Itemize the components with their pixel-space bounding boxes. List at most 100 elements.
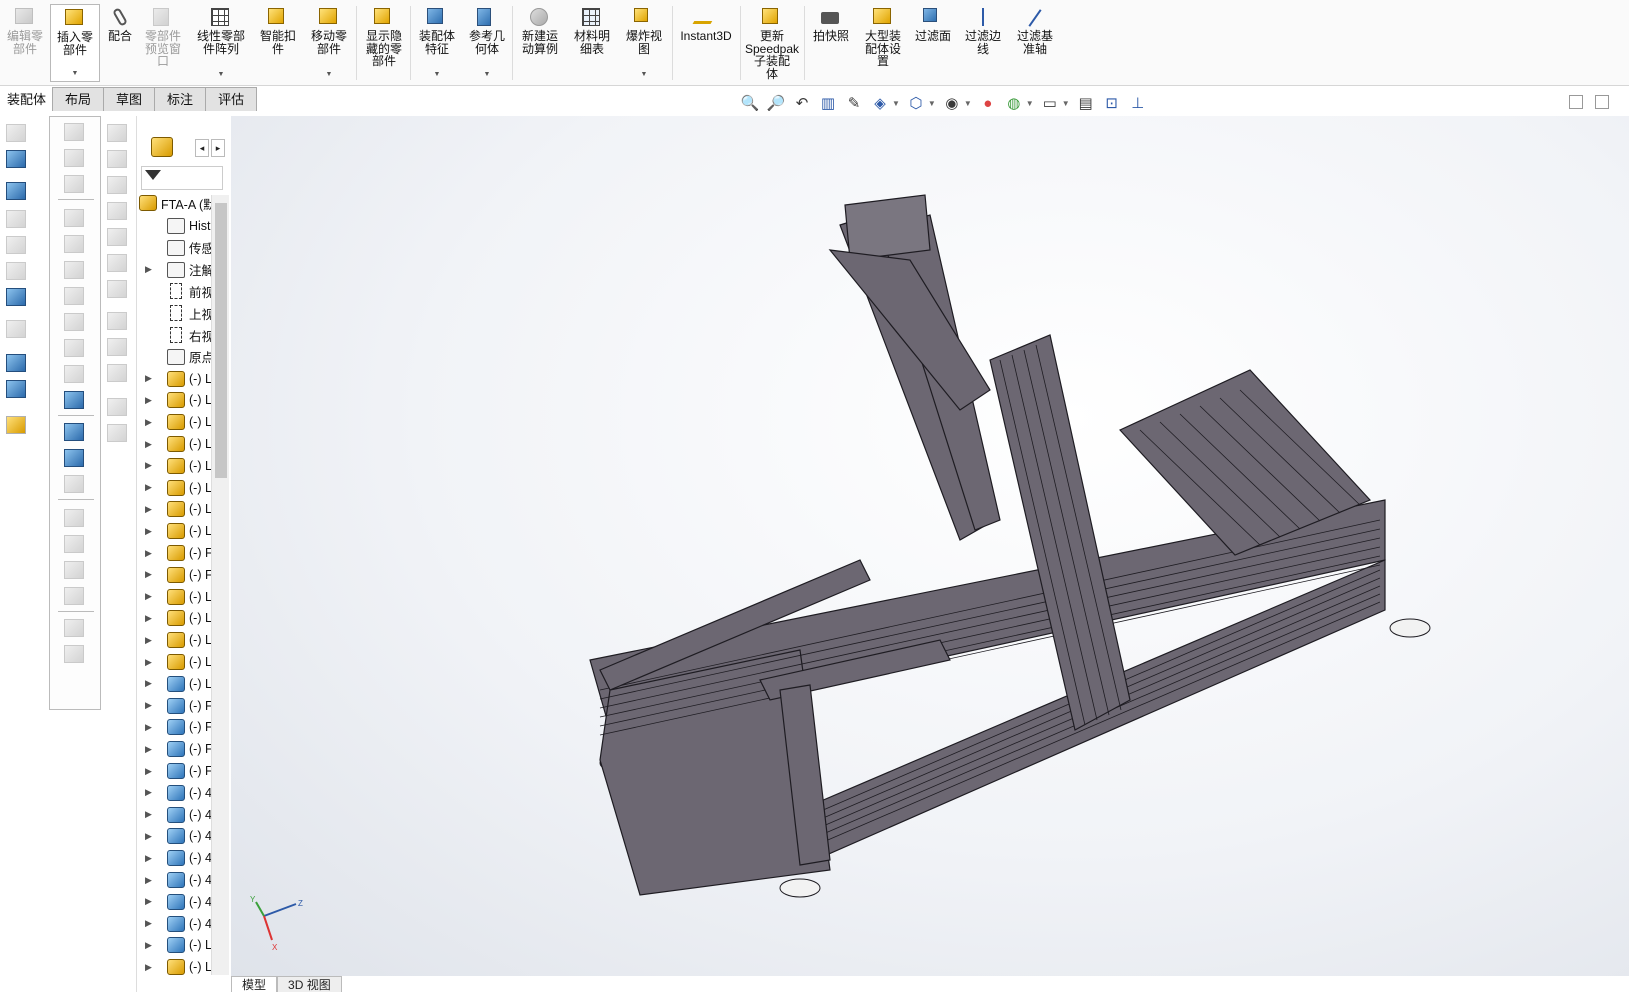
tab-markup[interactable]: 标注 [154, 87, 207, 111]
chevron-down-icon[interactable]: ▼ [218, 71, 225, 78]
expand-arrow-icon[interactable]: ▶ [145, 940, 157, 951]
tool-icon[interactable] [6, 182, 26, 200]
exploded-view-button[interactable]: 爆炸视 图 ▼ [620, 4, 668, 82]
show-hidden-components-button[interactable]: 显示隐 藏的零 部件 [360, 4, 408, 82]
expand-arrow-icon[interactable]: ▶ [145, 395, 157, 406]
tool-icon[interactable] [64, 365, 84, 383]
filter-edges-button[interactable]: 过滤边 线 [960, 4, 1006, 82]
expand-arrow-icon[interactable]: ▶ [145, 918, 157, 929]
insert-components-button[interactable]: 插入零 部件 ▼ [50, 4, 100, 82]
tool-icon[interactable] [107, 338, 127, 356]
tool-icon[interactable] [6, 288, 26, 306]
tool-icon[interactable] [107, 280, 127, 298]
tool-icon[interactable] [64, 235, 84, 253]
expand-arrow-icon[interactable]: ▶ [145, 831, 157, 842]
large-assembly-settings-button[interactable]: 大型装 配体设 置 [858, 4, 908, 82]
display-style-icon[interactable]: ⬡ [906, 93, 926, 113]
expand-arrow-icon[interactable]: ▶ [145, 744, 157, 755]
realview-icon[interactable]: ▤ [1076, 93, 1096, 113]
tool-icon[interactable] [64, 535, 84, 553]
tab-3d-views[interactable]: 3D 视图 [277, 976, 342, 992]
tool-icon[interactable] [6, 380, 26, 398]
expand-arrow-icon[interactable]: ▶ [145, 853, 157, 864]
tool-icon[interactable] [6, 236, 26, 254]
bill-of-materials-button[interactable]: 材料明 细表 [568, 4, 616, 82]
tool-icon[interactable] [107, 424, 127, 442]
wheel-mount-plate[interactable] [844, 194, 931, 261]
expand-arrow-icon[interactable]: ▶ [145, 809, 157, 820]
collapse-right-icon[interactable] [1595, 95, 1609, 109]
zoom-to-area-icon[interactable]: 🔎 [766, 93, 786, 113]
tool-icon[interactable] [64, 339, 84, 357]
tool-icon[interactable] [64, 509, 84, 527]
steering-post[interactable] [989, 334, 1131, 731]
tool-icon[interactable] [64, 587, 84, 605]
triad-toggle-icon[interactable]: ⊥ [1128, 93, 1148, 113]
previous-view-icon[interactable]: ↶ [792, 93, 812, 113]
expand-arrow-icon[interactable]: ▶ [145, 722, 157, 733]
graphics-area[interactable] [231, 116, 1629, 976]
tool-icon[interactable] [107, 202, 127, 220]
tool-icon[interactable] [64, 619, 84, 637]
snapshot-button[interactable]: 拍快照 [808, 4, 854, 82]
tool-icon[interactable] [64, 475, 84, 493]
expand-arrow-icon[interactable]: ▶ [145, 591, 157, 602]
new-motion-study-button[interactable]: 新建运 动算例 [516, 4, 564, 82]
view-orientation-icon[interactable]: ◈ [870, 93, 890, 113]
chevron-down-icon[interactable]: ▼ [72, 70, 79, 77]
tool-icon[interactable] [64, 449, 84, 467]
tool-icon[interactable] [64, 175, 84, 193]
tool-icon[interactable] [64, 149, 84, 167]
tab-evaluate[interactable]: 评估 [205, 87, 258, 111]
tool-icon[interactable] [64, 645, 84, 663]
tab-assembly[interactable]: 装配体 [0, 87, 54, 111]
linear-pattern-button[interactable]: 线性零部 件阵列 ▼ [190, 4, 252, 82]
screen-capture-icon[interactable]: ⊡ [1102, 93, 1122, 113]
leveling-foot[interactable] [1389, 618, 1431, 638]
expand-arrow-icon[interactable]: ▶ [145, 766, 157, 777]
filter-axes-button[interactable]: 过滤基 准轴 [1010, 4, 1060, 82]
collapse-left-icon[interactable] [1569, 95, 1583, 109]
tool-icon[interactable] [107, 312, 127, 330]
tool-icon[interactable] [64, 423, 84, 441]
expand-arrow-icon[interactable]: ▶ [145, 439, 157, 450]
zoom-to-fit-icon[interactable]: 🔍 [740, 93, 760, 113]
tree-scrollbar[interactable] [211, 195, 229, 975]
expand-arrow-icon[interactable]: ▶ [145, 657, 157, 668]
hide-show-items-icon[interactable]: ◉ [942, 93, 962, 113]
tool-icon[interactable] [107, 150, 127, 168]
tool-icon[interactable] [6, 262, 26, 280]
section-view-icon[interactable]: ▥ [818, 93, 838, 113]
tool-icon[interactable] [64, 261, 84, 279]
instant3d-button[interactable]: Instant3D [676, 4, 736, 82]
edit-component-button[interactable]: 编辑零 部件 [2, 4, 48, 82]
expand-arrow-icon[interactable]: ▶ [145, 635, 157, 646]
tool-icon[interactable] [6, 210, 26, 228]
expand-arrow-icon[interactable]: ▶ [145, 962, 157, 973]
move-component-button[interactable]: 移动零 部件 ▼ [304, 4, 354, 82]
reference-geometry-button[interactable]: 参考几 何体 ▼ [464, 4, 510, 82]
tool-icon[interactable] [6, 320, 26, 338]
expand-arrow-icon[interactable]: ▶ [145, 613, 157, 624]
tool-icon[interactable] [107, 176, 127, 194]
leveling-foot[interactable] [779, 878, 821, 898]
tool-icon[interactable] [107, 398, 127, 416]
edit-appearance-icon[interactable]: ● [978, 93, 998, 113]
assembly-model[interactable] [231, 116, 1629, 976]
component-preview-button[interactable]: 零部件 预览窗 口 [140, 4, 186, 82]
tool-icon[interactable] [6, 124, 26, 142]
chevron-down-icon[interactable]: ▼ [326, 71, 333, 78]
chevron-down-icon[interactable]: ▼ [434, 71, 441, 78]
expand-arrow-icon[interactable]: ▶ [145, 896, 157, 907]
tool-icon[interactable] [64, 391, 84, 409]
tool-icon[interactable] [64, 123, 84, 141]
tab-sketch[interactable]: 草图 [103, 87, 156, 111]
tool-icon[interactable] [107, 364, 127, 382]
expand-arrow-icon[interactable]: ▶ [145, 264, 157, 275]
tool-icon[interactable] [107, 124, 127, 142]
assembly-features-button[interactable]: 装配体 特征 ▼ [414, 4, 460, 82]
expand-arrow-icon[interactable]: ▶ [145, 460, 157, 471]
tree-filter-box[interactable] [141, 166, 223, 190]
expand-arrow-icon[interactable]: ▶ [145, 373, 157, 384]
tab-layout[interactable]: 布局 [52, 87, 105, 111]
